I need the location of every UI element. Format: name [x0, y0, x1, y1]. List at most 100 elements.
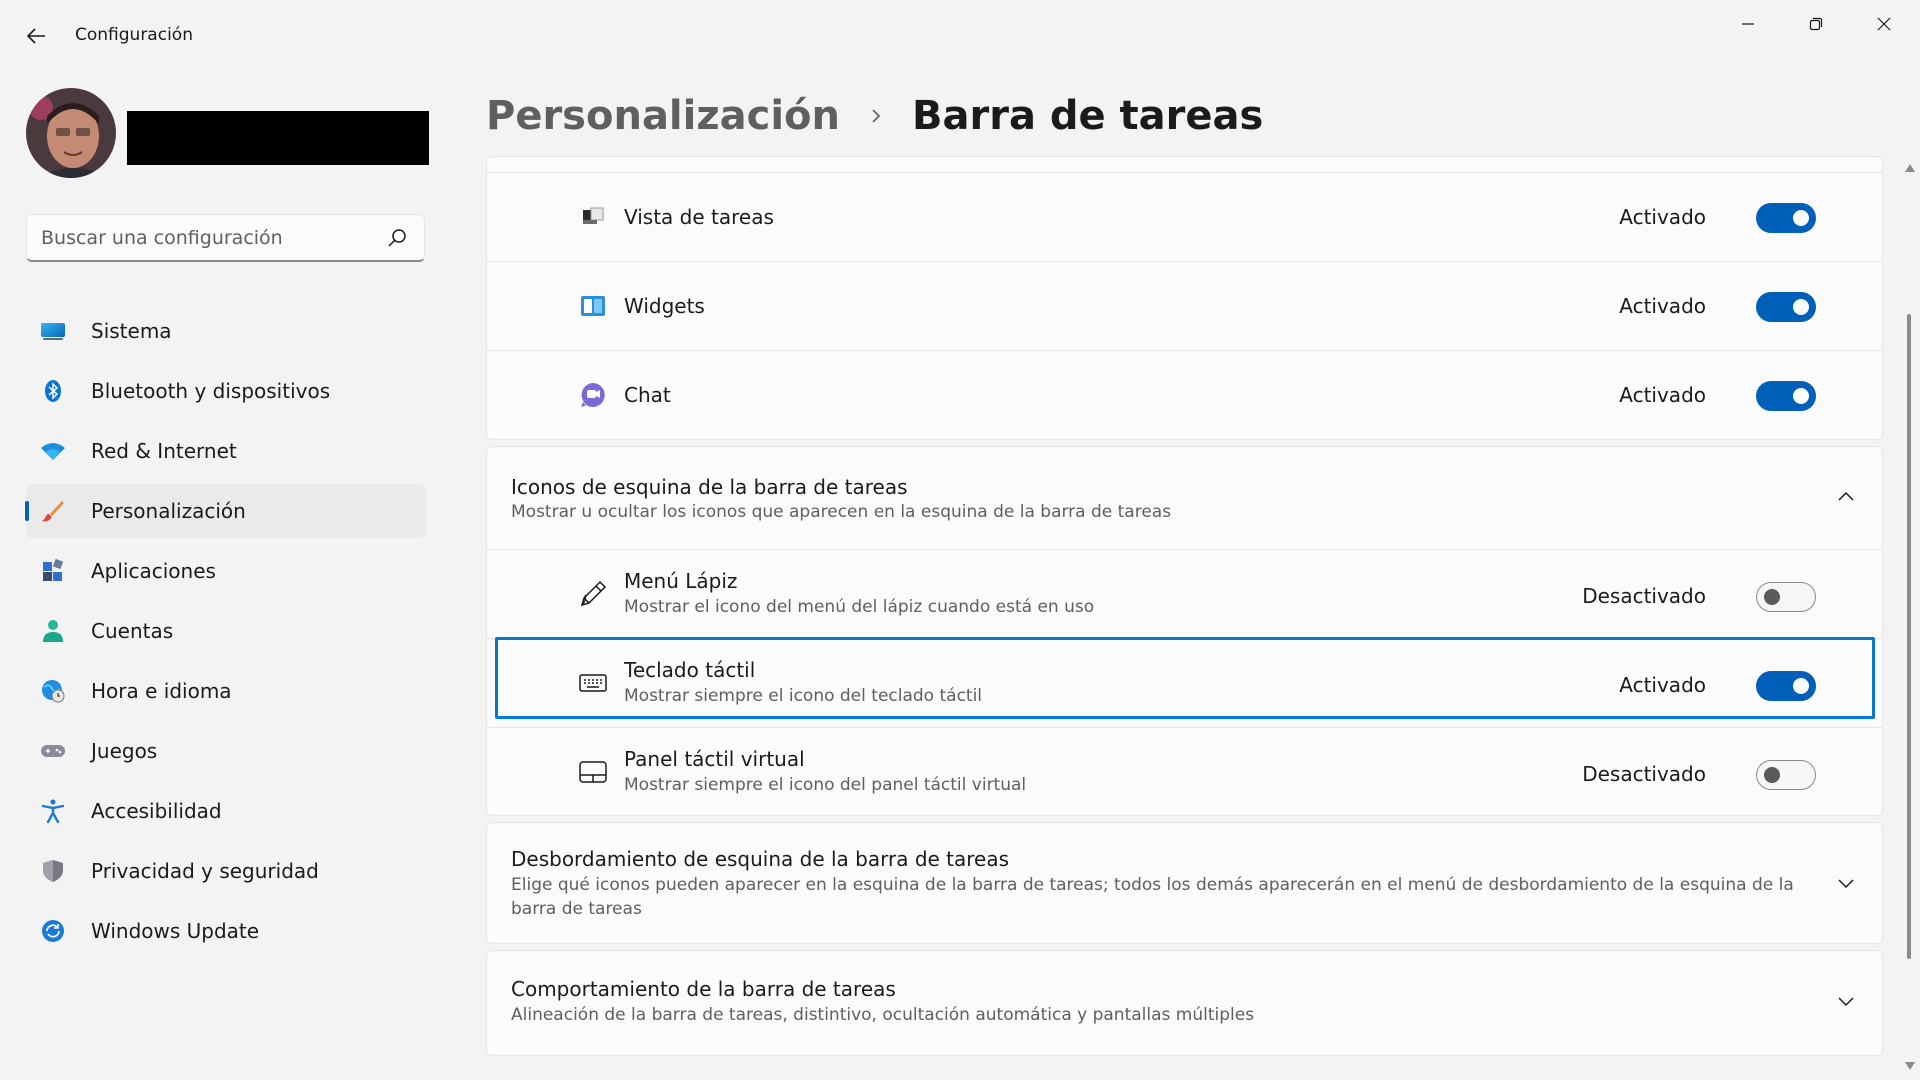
close-button[interactable] — [1850, 0, 1918, 48]
person-icon — [43, 620, 63, 642]
sidebar-item-aplicaciones[interactable]: Aplicaciones — [26, 544, 426, 598]
setting-title: Chat — [624, 383, 671, 407]
sidebar-item-sistema[interactable]: Sistema — [26, 304, 426, 358]
maximize-button[interactable] — [1782, 0, 1850, 48]
toggle-knob — [1793, 299, 1809, 315]
section-title: Iconos de esquina de la barra de tareas — [511, 475, 908, 499]
bluetooth-icon — [45, 380, 61, 402]
sidebar-item-bluetooth[interactable]: Bluetooth y dispositivos — [26, 364, 426, 418]
taskbar-items-card: Vista de tareas Activado Widgets Activad… — [486, 156, 1883, 440]
overflow-header[interactable]: Desbordamiento de esquina de la barra de… — [487, 823, 1882, 943]
sidebar-item-hora[interactable]: Hora e idioma — [26, 664, 426, 718]
search-box[interactable] — [26, 214, 425, 262]
sidebar-item-personalizacion[interactable]: Personalización — [25, 484, 426, 538]
corner-icons-header[interactable]: Iconos de esquina de la barra de tareas … — [487, 447, 1882, 549]
section-description: Alineación de la barra de tareas, distin… — [511, 1005, 1255, 1025]
title-bar: Configuración — [0, 0, 1920, 70]
setting-description: Mostrar el icono del menú del lápiz cuan… — [624, 597, 1095, 617]
sidebar-item-windows-update[interactable]: Windows Update — [26, 904, 426, 958]
breadcrumb: Personalización Barra de tareas — [486, 86, 1263, 146]
avatar[interactable] — [26, 88, 116, 178]
minimize-button[interactable] — [1714, 0, 1782, 48]
task-view-toggle[interactable] — [1756, 203, 1816, 233]
sidebar-item-label: Bluetooth y dispositivos — [91, 379, 331, 403]
app-title: Configuración — [75, 25, 193, 45]
section-description: Elige qué iconos pueden aparecer en la e… — [511, 875, 1794, 919]
setting-title: Menú Lápiz — [624, 569, 738, 593]
brush-icon — [42, 501, 64, 522]
sidebar-item-accesibilidad[interactable]: Accesibilidad — [26, 784, 426, 838]
sidebar-item-label: Hora e idioma — [91, 679, 232, 703]
toggle-state-label: Desactivado — [1582, 762, 1706, 786]
section-title: Comportamiento de la barra de tareas — [511, 977, 896, 1001]
arrow-left-icon — [26, 28, 45, 44]
chevron-down-icon[interactable] — [1836, 991, 1856, 1011]
task-view-icon — [583, 207, 604, 224]
breadcrumb-parent[interactable]: Personalización — [486, 93, 840, 139]
maximize-icon — [1809, 17, 1823, 31]
toggle-state-label: Desactivado — [1582, 584, 1706, 608]
setting-row-pen-menu: Menú Lápiz Mostrar el icono del menú del… — [487, 549, 1882, 638]
user-photo-icon — [26, 88, 116, 178]
user-name-redacted — [127, 111, 429, 165]
overflow-card: Desbordamiento de esquina de la barra de… — [486, 822, 1883, 944]
setting-row-widgets: Widgets Activado — [487, 261, 1882, 350]
toggle-knob — [1793, 678, 1809, 694]
toggle-state-label: Activado — [1619, 294, 1706, 318]
sidebar-item-label: Red & Internet — [91, 439, 237, 463]
toggle-state-label: Activado — [1619, 673, 1706, 697]
setting-row-touch-keyboard: Teclado táctil Mostrar siempre el icono … — [487, 638, 1882, 727]
scroll-down-arrow-icon[interactable] — [1905, 1062, 1915, 1070]
scroll-thumb[interactable] — [1907, 314, 1911, 959]
sidebar-item-label: Privacidad y seguridad — [91, 859, 319, 883]
setting-row-task-view: Vista de tareas Activado — [487, 172, 1882, 261]
setting-title: Teclado táctil — [624, 658, 756, 682]
virtual-touchpad-toggle[interactable] — [1756, 760, 1816, 790]
sidebar-item-label: Personalización — [91, 499, 246, 523]
monitor-icon — [41, 323, 65, 340]
sidebar-item-label: Aplicaciones — [91, 559, 216, 583]
globe-clock-icon — [42, 680, 65, 703]
toggle-state-label: Activado — [1619, 205, 1706, 229]
apps-icon — [43, 559, 64, 581]
search-input[interactable] — [41, 215, 371, 261]
setting-description: Mostrar siempre el icono del teclado tác… — [624, 686, 983, 706]
behavior-card: Comportamiento de la barra de tareas Ali… — [486, 950, 1883, 1056]
chevron-right-icon — [872, 109, 881, 123]
chevron-down-icon[interactable] — [1836, 873, 1856, 893]
setting-title: Panel táctil virtual — [624, 747, 805, 771]
search-icon[interactable] — [386, 227, 408, 249]
back-button[interactable] — [16, 16, 56, 56]
setting-title: Widgets — [624, 294, 705, 318]
sidebar-item-juegos[interactable]: Juegos — [26, 724, 426, 778]
sidebar-item-privacidad[interactable]: Privacidad y seguridad — [26, 844, 426, 898]
toggle-knob — [1764, 767, 1780, 783]
section-title: Desbordamiento de esquina de la barra de… — [511, 847, 1010, 871]
touch-keyboard-toggle[interactable] — [1756, 671, 1816, 701]
pen-menu-toggle[interactable] — [1756, 582, 1816, 612]
chevron-up-icon[interactable] — [1836, 487, 1856, 507]
settings-content: Vista de tareas Activado Widgets Activad… — [486, 156, 1883, 1080]
wifi-icon — [41, 443, 65, 460]
page-title: Barra de tareas — [912, 93, 1264, 139]
scrollbar[interactable] — [1902, 156, 1916, 1080]
setting-description: Mostrar siempre el icono del panel tácti… — [624, 775, 1027, 795]
pen-icon — [580, 580, 607, 607]
nav-list: Sistema Bluetooth y dispositivos Red & I… — [25, 304, 426, 964]
behavior-header[interactable]: Comportamiento de la barra de tareas Ali… — [487, 951, 1882, 1055]
scroll-up-arrow-icon[interactable] — [1905, 164, 1915, 172]
settings-window: Configuración Buscar una configuración S… — [0, 0, 1920, 1080]
section-description: Mostrar u ocultar los iconos que aparece… — [511, 502, 1172, 522]
chat-toggle[interactable] — [1756, 381, 1816, 411]
sidebar-item-label: Windows Update — [91, 919, 260, 943]
widgets-toggle[interactable] — [1756, 292, 1816, 322]
sidebar-item-label: Accesibilidad — [91, 799, 222, 823]
close-icon — [1877, 17, 1891, 31]
update-icon — [42, 920, 64, 942]
sidebar-item-red[interactable]: Red & Internet — [26, 424, 426, 478]
chat-icon — [581, 383, 605, 407]
sidebar-item-cuentas[interactable]: Cuentas — [26, 604, 426, 658]
toggle-knob — [1764, 589, 1780, 605]
touchpad-icon — [579, 761, 607, 783]
sidebar-item-label: Juegos — [91, 739, 158, 763]
